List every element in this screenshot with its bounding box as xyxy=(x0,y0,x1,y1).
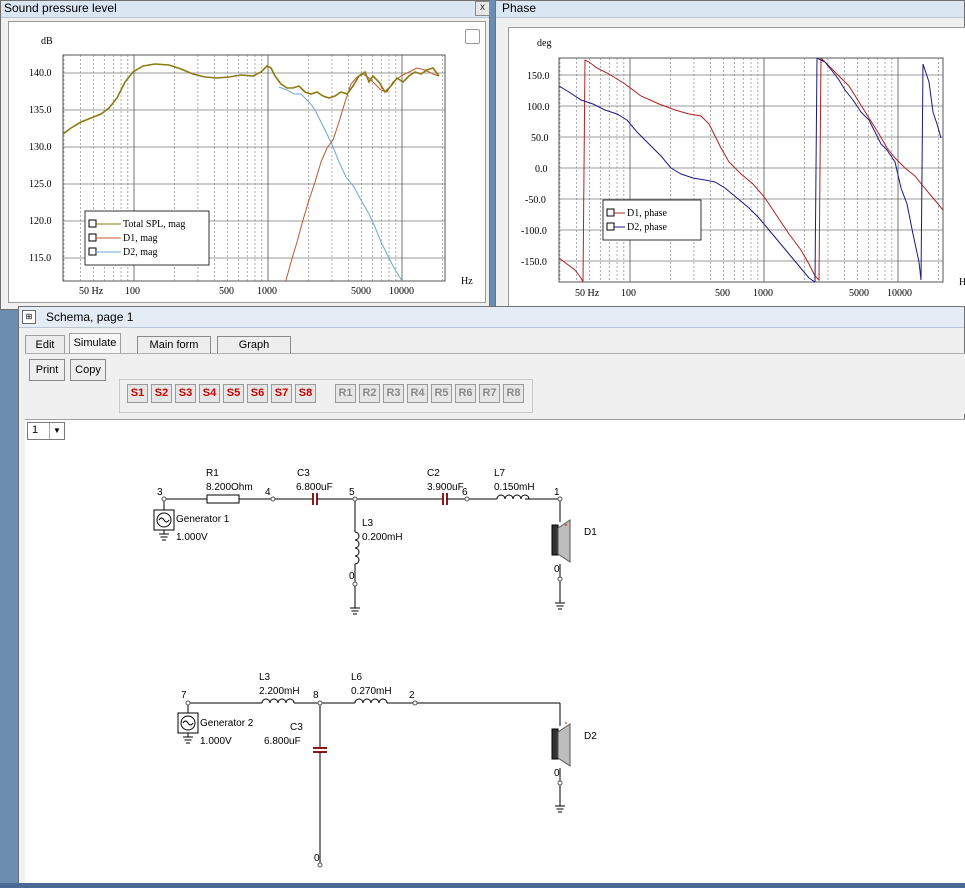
r8-button[interactable]: R8 xyxy=(503,384,524,403)
main-form-button[interactable]: Main form xyxy=(137,336,211,354)
schema-titlebar[interactable]: ⊞ Schema, page 1 xyxy=(19,307,964,328)
phase-y-tick: -50.0 xyxy=(525,195,546,206)
taskbar xyxy=(0,883,965,888)
spl-window: Sound pressure level x dB Hz 140.0 135.0… xyxy=(0,0,490,310)
spl-window-title: Sound pressure level xyxy=(4,1,117,15)
legend-marker-d1-phase xyxy=(606,208,615,217)
s3-button[interactable]: S3 xyxy=(175,384,196,403)
s8-button[interactable]: S8 xyxy=(295,384,316,403)
chevron-down-icon[interactable]: ▼ xyxy=(49,423,64,439)
spl-chart: dB Hz 140.0 135.0 130.0 125.0 120.0 115.… xyxy=(29,36,473,297)
print-button[interactable]: Print xyxy=(29,359,65,381)
spl-x-tick: 100 xyxy=(125,286,140,297)
d2-mag-curve xyxy=(278,86,403,281)
s2-button[interactable]: S2 xyxy=(151,384,172,403)
phase-plot-panel: deg H 150.0 100.0 50.0 0.0 -50.0 -100.0 … xyxy=(508,27,965,311)
legend-marker-total xyxy=(88,219,97,228)
s4-button[interactable]: S4 xyxy=(199,384,220,403)
r5-button[interactable]: R5 xyxy=(431,384,452,403)
legend-d1-mag: D1, mag xyxy=(123,233,157,244)
phase-legend xyxy=(602,199,702,241)
s6-button[interactable]: S6 xyxy=(247,384,268,403)
phase-y-tick: -100.0 xyxy=(521,226,547,237)
r1-button[interactable]: R1 xyxy=(335,384,356,403)
phase-x-tick: 10000 xyxy=(887,288,912,299)
legend-marker-d2 xyxy=(88,247,97,256)
total-spl-curve xyxy=(63,63,440,135)
spl-y-tick: 135.0 xyxy=(29,105,52,116)
spl-close-button[interactable]: x xyxy=(475,1,490,16)
phase-x-tick: 500 xyxy=(715,288,730,299)
s1-button[interactable]: S1 xyxy=(127,384,148,403)
spl-y-unit: dB xyxy=(41,36,53,47)
s7-button[interactable]: S7 xyxy=(271,384,292,403)
spl-x-tick: 500 xyxy=(219,286,234,297)
spl-x-tick: 10000 xyxy=(389,286,414,297)
spl-x-tick: 5000 xyxy=(351,286,371,297)
legend-total-spl: Total SPL, mag xyxy=(123,219,185,230)
r3-button[interactable]: R3 xyxy=(383,384,404,403)
phase-y-unit: deg xyxy=(537,38,551,49)
phase-x-tick: 1000 xyxy=(753,288,773,299)
spl-plot-panel: dB Hz 140.0 135.0 130.0 125.0 120.0 115.… xyxy=(8,21,486,303)
spl-x-tick: 50 Hz xyxy=(79,286,104,297)
phase-y-tick: -150.0 xyxy=(521,257,547,268)
phase-x-tick: 100 xyxy=(621,288,636,299)
phase-window: Phase deg H 150.0 100.0 50.0 0.0 -50.0 -… xyxy=(495,0,965,346)
phase-x-tick: 50 Hz xyxy=(575,288,600,299)
phase-grid xyxy=(558,57,944,283)
page-select[interactable]: 1 ▼ xyxy=(27,422,65,440)
phase-x-tick: 5000 xyxy=(849,288,869,299)
spl-y-tick: 130.0 xyxy=(29,142,52,153)
tab-edit[interactable]: Edit xyxy=(25,335,65,355)
r6-button[interactable]: R6 xyxy=(455,384,476,403)
d2-phase-curve xyxy=(559,58,942,282)
phase-x-unit: H xyxy=(959,277,965,288)
spl-y-tick: 115.0 xyxy=(29,253,51,264)
phase-y-tick: 100.0 xyxy=(527,102,550,113)
r4-button[interactable]: R4 xyxy=(407,384,428,403)
phase-chart: deg H 150.0 100.0 50.0 0.0 -50.0 -100.0 … xyxy=(521,38,965,299)
graph-button[interactable]: Graph xyxy=(217,336,291,354)
schematic-canvas[interactable]: 1 ▼ xyxy=(25,419,965,885)
phase-titlebar[interactable]: Phase xyxy=(496,1,964,18)
legend-d1-phase: D1, phase xyxy=(627,208,668,219)
legend-d2-phase: D2, phase xyxy=(627,222,668,233)
r2-button[interactable]: R2 xyxy=(359,384,380,403)
phase-y-tick: 50.0 xyxy=(531,133,549,144)
spl-x-unit: Hz xyxy=(461,276,473,287)
copy-button[interactable]: Copy xyxy=(70,359,106,381)
legend-d2-mag: D2, mag xyxy=(123,247,157,258)
spl-y-tick: 120.0 xyxy=(29,216,52,227)
r7-button[interactable]: R7 xyxy=(479,384,500,403)
legend-marker-d1 xyxy=(88,233,97,242)
schema-app-icon: ⊞ xyxy=(22,310,36,324)
tab-simulate[interactable]: Simulate xyxy=(69,333,121,353)
spl-x-tick: 1000 xyxy=(257,286,277,297)
spl-titlebar[interactable]: Sound pressure level x xyxy=(1,1,490,18)
phase-window-title: Phase xyxy=(502,1,537,15)
schema-window-title: Schema, page 1 xyxy=(46,310,134,324)
spl-y-tick: 140.0 xyxy=(29,68,52,79)
phase-y-tick: 150.0 xyxy=(527,71,550,82)
page-select-value: 1 xyxy=(32,424,39,436)
s5-button[interactable]: S5 xyxy=(223,384,244,403)
legend-marker-d2-phase xyxy=(606,222,615,231)
phase-y-tick: 0.0 xyxy=(535,164,548,175)
spl-y-tick: 125.0 xyxy=(29,179,52,190)
